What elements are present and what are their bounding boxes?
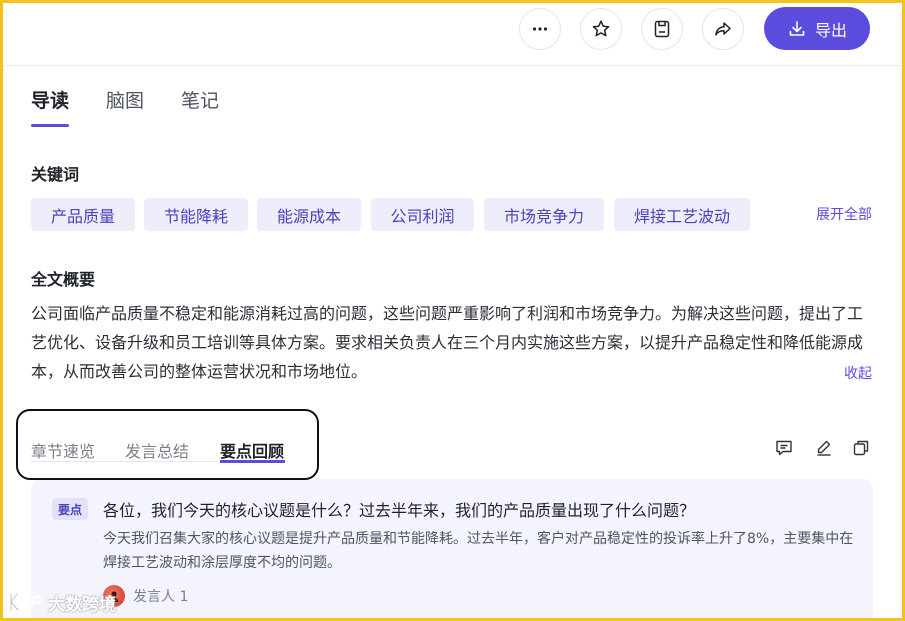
key-point-badge: 要点 [52, 498, 88, 520]
copy-icon [853, 440, 869, 456]
keyword-tag[interactable]: 焊接工艺波动 [614, 198, 750, 231]
more-button[interactable] [519, 8, 561, 50]
expand-all-link[interactable]: 展开全部 [816, 204, 872, 224]
save-icon [654, 20, 670, 38]
download-icon [789, 20, 805, 36]
active-tab-indicator [31, 124, 69, 127]
edit-button[interactable] [813, 437, 835, 459]
summary-text: 公司面临产品质量不稳定和能源消耗过高的问题，这些问题严重影响了利润和市场竞争力。… [31, 304, 864, 381]
comment-icon [776, 440, 792, 456]
keyword-tag[interactable]: 公司利润 [371, 198, 474, 231]
watermark-logo-icon [9, 592, 42, 612]
keywords-title: 关键词 [31, 165, 80, 184]
more-horizontal-icon [532, 27, 548, 31]
copy-button[interactable] [850, 437, 872, 459]
tab-guide[interactable]: 导读 [31, 86, 69, 113]
key-point-card: 要点 各位，我们今天的核心议题是什么？过去半年来，我们的产品质量出现了什么问题？… [31, 479, 873, 621]
top-toolbar: 导出 [0, 0, 905, 66]
share-button[interactable] [702, 8, 744, 50]
watermark: 大数跨境 [8, 588, 116, 616]
watermark-text: 大数跨境 [48, 594, 116, 615]
summary-title: 全文概要 [31, 270, 96, 289]
edit-icon [817, 440, 831, 456]
share-icon [715, 22, 731, 36]
star-button[interactable] [580, 8, 622, 50]
export-label: 导出 [814, 20, 847, 40]
keyword-tag[interactable]: 节能降耗 [144, 198, 248, 231]
keyword-tag[interactable]: 产品质量 [31, 198, 135, 231]
collapse-link[interactable]: 收起 [844, 363, 872, 383]
star-icon [592, 20, 610, 37]
sub-tabs-highlight-box [16, 409, 319, 480]
key-point-question: 各位，我们今天的核心议题是什么？过去半年来，我们的产品质量出现了什么问题？ [103, 501, 696, 520]
save-button[interactable] [641, 8, 683, 50]
comment-button[interactable] [773, 437, 795, 459]
speaker-name: 发言人 1 [133, 589, 189, 605]
keyword-tag[interactable]: 市场竞争力 [484, 198, 604, 231]
keyword-tag[interactable]: 能源成本 [257, 198, 361, 231]
key-point-answer: 今天我们召集大家的核心议题是提升产品质量和节能降耗。过去半年，客户对产品稳定性的… [103, 531, 854, 571]
tab-mindmap[interactable]: 脑图 [106, 86, 144, 113]
export-button[interactable]: 导出 [764, 7, 870, 50]
tab-notes[interactable]: 笔记 [181, 86, 219, 113]
